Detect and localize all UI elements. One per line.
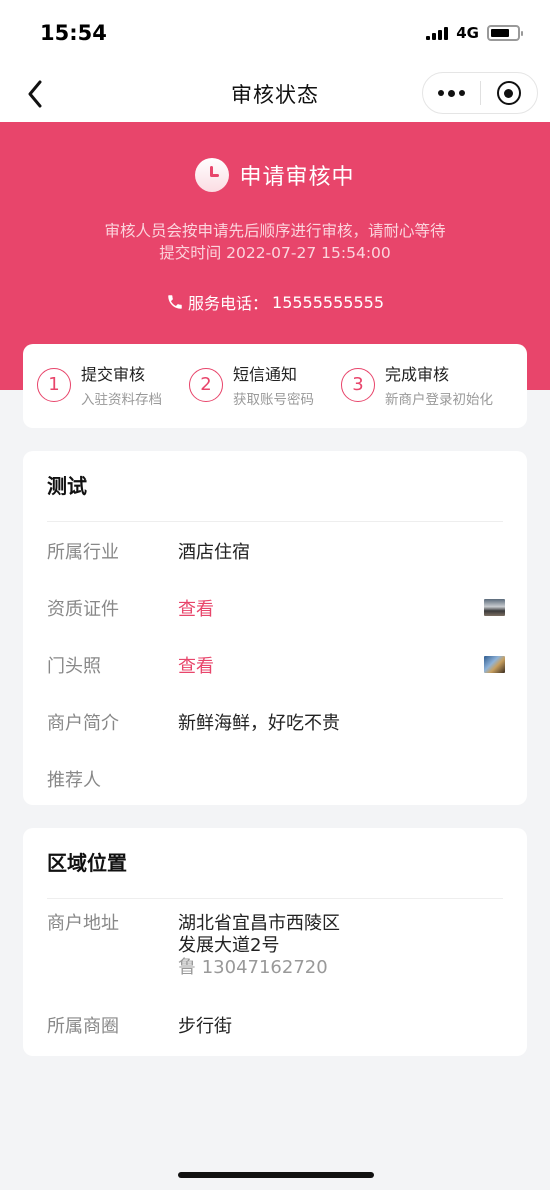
row-label: 资质证件 <box>47 598 119 620</box>
status-icons: 4G <box>426 24 523 42</box>
signal-icon <box>426 26 449 40</box>
location-card: 区域位置 商户地址 湖北省宜昌市西陵区 发展大道2号 鲁 13047162720… <box>23 828 527 1056</box>
info-row-qualification: 资质证件 查看 <box>23 579 527 636</box>
address-value: 湖北省宜昌市西陵区 发展大道2号 鲁 13047162720 <box>178 913 340 996</box>
clock-icon <box>195 158 230 192</box>
close-button[interactable] <box>480 73 537 113</box>
view-storefront-link[interactable]: 查看 <box>178 652 214 678</box>
page-title: 审核状态 <box>231 83 319 107</box>
step-number: 1 <box>37 367 71 402</box>
store-info-card: 测试 所属行业 酒店住宿 资质证件 查看 门头照 查看 商户简介 新鲜海鲜，好吃… <box>23 451 527 805</box>
step-subtitle: 获取账号密码 <box>233 391 314 408</box>
step-number: 3 <box>341 367 375 402</box>
info-row-industry: 所属行业 酒店住宿 <box>23 522 527 579</box>
step-subtitle: 入驻资料存档 <box>81 391 162 408</box>
row-label: 所属商圈 <box>47 1015 119 1037</box>
row-value: 酒店住宿 <box>178 541 250 563</box>
qualification-thumbnail[interactable] <box>484 599 505 616</box>
more-dots-icon <box>437 89 465 97</box>
address-contact: 鲁 13047162720 <box>178 957 328 978</box>
review-note: 审核人员会按申请先后顺序进行审核，请耐心等待 <box>104 222 446 240</box>
row-label: 商户简介 <box>47 712 119 734</box>
mini-program-capsule <box>422 72 538 114</box>
step-item: 2 短信通知 获取账号密码 <box>189 363 341 410</box>
status-description: 审核人员会按申请先后顺序进行审核，请耐心等待 提交时间 2022-07-27 1… <box>0 220 550 264</box>
phone-icon <box>168 295 182 309</box>
status-bar: 15:54 4G <box>0 0 550 66</box>
step-number: 2 <box>189 367 223 402</box>
service-phone-number: 15555555555 <box>272 292 384 312</box>
step-title: 短信通知 <box>233 364 298 384</box>
more-button[interactable] <box>423 73 480 113</box>
submit-time: 提交时间 2022-07-27 15:54:00 <box>159 244 391 262</box>
store-name: 测试 <box>47 474 87 498</box>
info-row-address: 商户地址 湖北省宜昌市西陵区 发展大道2号 鲁 13047162720 <box>23 899 527 996</box>
home-indicator <box>178 1172 374 1178</box>
review-steps: 1 提交审核 入驻资料存档 2 短信通知 获取账号密码 3 完成审核 新商户登录… <box>23 344 527 428</box>
row-label: 商户地址 <box>47 913 119 934</box>
network-type: 4G <box>456 24 479 42</box>
row-value: 步行街 <box>178 1015 232 1037</box>
step-item: 3 完成审核 新商户登录初始化 <box>341 363 493 410</box>
step-item: 1 提交审核 入驻资料存档 <box>37 363 189 410</box>
address-line: 发展大道2号 <box>178 935 280 956</box>
step-subtitle: 新商户登录初始化 <box>385 391 493 408</box>
location-title: 区域位置 <box>47 851 127 875</box>
storefront-thumbnail[interactable] <box>484 656 505 673</box>
view-qualification-link[interactable]: 查看 <box>178 595 214 621</box>
info-row-storefront: 门头照 查看 <box>23 636 527 693</box>
step-title: 完成审核 <box>385 364 450 384</box>
target-icon <box>496 81 521 105</box>
status-time: 15:54 <box>40 21 107 45</box>
back-button[interactable] <box>20 78 50 110</box>
nav-bar: 审核状态 <box>0 66 550 122</box>
info-row-referrer: 推荐人 <box>23 750 527 807</box>
row-label: 推荐人 <box>47 769 101 791</box>
row-value: 新鲜海鲜，好吃不贵 <box>178 712 340 734</box>
address-line: 湖北省宜昌市西陵区 <box>178 913 340 934</box>
step-title: 提交审核 <box>81 364 146 384</box>
row-label: 门头照 <box>47 655 101 677</box>
row-label: 所属行业 <box>47 541 119 563</box>
status-heading: 申请审核中 <box>0 158 550 192</box>
service-phone[interactable]: 服务电话： 15555555555 <box>0 290 550 314</box>
info-row-intro: 商户简介 新鲜海鲜，好吃不贵 <box>23 693 527 750</box>
battery-icon <box>487 25 523 41</box>
chevron-left-icon <box>28 80 42 108</box>
status-title: 申请审核中 <box>239 165 355 190</box>
service-phone-label: 服务电话： <box>188 294 269 313</box>
info-row-district: 所属商圈 步行街 <box>23 996 527 1053</box>
